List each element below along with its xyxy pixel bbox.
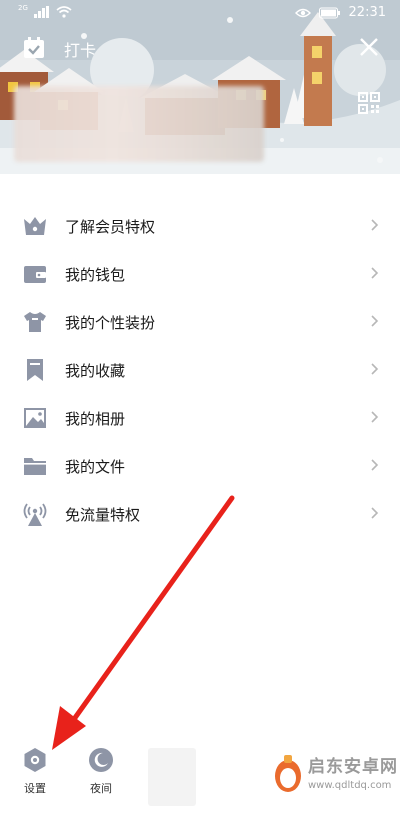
qr-code-icon[interactable] bbox=[358, 92, 380, 114]
wallet-icon bbox=[24, 266, 46, 283]
menu-item-theme[interactable]: 我的个性装扮 bbox=[0, 298, 400, 346]
header-top-bar: 打卡 bbox=[0, 30, 400, 70]
chevron-right-icon bbox=[371, 459, 379, 471]
menu-item-album[interactable]: 我的相册 bbox=[0, 394, 400, 442]
menu-item-favorites[interactable]: 我的收藏 bbox=[0, 346, 400, 394]
eye-icon bbox=[294, 8, 311, 17]
profile-info-blurred[interactable] bbox=[14, 86, 264, 162]
checkin-button[interactable]: 打卡 bbox=[64, 37, 96, 61]
close-icon[interactable] bbox=[356, 34, 382, 60]
settings-hexagon-icon bbox=[24, 748, 46, 772]
folder-icon bbox=[24, 458, 46, 475]
signal-icon bbox=[33, 6, 49, 18]
menu-item-label: 了解会员特权 bbox=[65, 218, 156, 236]
network-label: 2G bbox=[18, 4, 28, 12]
chevron-right-icon bbox=[371, 267, 379, 279]
watermark-url: www.qdltdq.com bbox=[308, 780, 392, 791]
image-icon bbox=[24, 408, 46, 428]
chevron-right-icon bbox=[371, 219, 379, 231]
status-time: 22:31 bbox=[348, 5, 386, 20]
menu-item-files[interactable]: 我的文件 bbox=[0, 442, 400, 490]
watermark-name: 启东安卓网 bbox=[308, 757, 398, 777]
menu-item-wallet[interactable]: 我的钱包 bbox=[0, 250, 400, 298]
chevron-right-icon bbox=[371, 411, 379, 423]
menu-item-label: 我的文件 bbox=[65, 458, 126, 476]
menu-item-label: 我的收藏 bbox=[65, 362, 126, 380]
menu-item-label: 免流量特权 bbox=[65, 506, 141, 524]
chevron-right-icon bbox=[371, 507, 379, 519]
watermark-logo-icon bbox=[275, 755, 301, 792]
menu-item-label: 我的个性装扮 bbox=[65, 314, 156, 332]
calendar-check-icon[interactable] bbox=[22, 36, 46, 60]
menu-item-label: 我的相册 bbox=[65, 410, 126, 428]
crown-icon bbox=[24, 217, 46, 235]
night-mode-button[interactable]: 夜间 bbox=[76, 746, 126, 806]
status-bar: 2G 22:31 bbox=[0, 0, 400, 26]
drawer-menu: 了解会员特权 我的钱包 我的个性装扮 我的收藏 我的相册 我的文件 免流量特权 bbox=[0, 202, 400, 538]
menu-item-label: 我的钱包 bbox=[65, 266, 126, 284]
settings-button[interactable]: 设置 bbox=[10, 746, 60, 806]
menu-item-vip[interactable]: 了解会员特权 bbox=[0, 202, 400, 250]
night-label: 夜间 bbox=[90, 782, 112, 795]
site-watermark: 启东安卓网 www.qdltdq.com bbox=[268, 746, 400, 806]
broadcast-icon bbox=[23, 503, 47, 526]
menu-item-free-data[interactable]: 免流量特权 bbox=[0, 490, 400, 538]
header-banner: 2G 22:31 打卡 bbox=[0, 0, 400, 174]
chevron-right-icon bbox=[371, 363, 379, 375]
wifi-icon bbox=[56, 6, 72, 18]
chevron-right-icon bbox=[371, 315, 379, 327]
tshirt-icon bbox=[24, 312, 46, 332]
settings-label: 设置 bbox=[24, 782, 46, 795]
battery-icon bbox=[318, 7, 340, 18]
bookmark-icon bbox=[27, 359, 43, 381]
blurred-placeholder bbox=[148, 748, 196, 806]
moon-icon bbox=[89, 748, 113, 772]
